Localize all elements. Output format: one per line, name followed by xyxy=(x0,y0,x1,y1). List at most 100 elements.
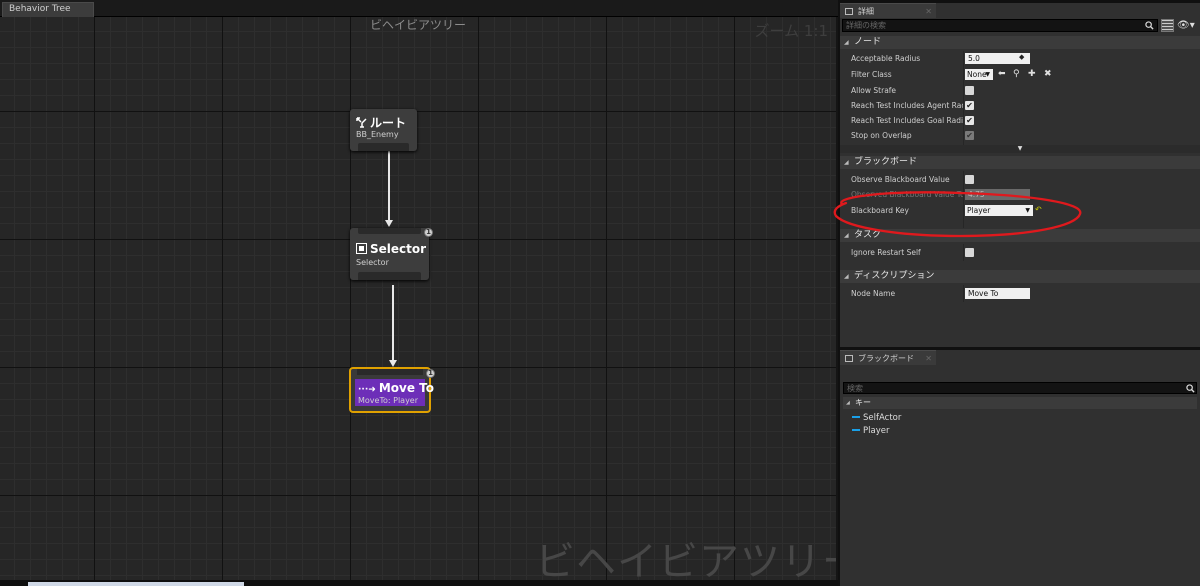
prop-label: Node Name xyxy=(851,289,896,298)
moveto-node-label: Move To xyxy=(378,381,434,395)
arrow-left-icon[interactable]: ⬅ xyxy=(998,68,1006,81)
prop-label: Observed Blackboard Value Toleran xyxy=(851,190,963,199)
prop-label: Reach Test Includes Agent Radius xyxy=(851,101,963,110)
browse-search-icon[interactable]: ⚲ xyxy=(1013,68,1020,81)
wire-arrow-root-selector xyxy=(385,220,393,227)
object-key-icon xyxy=(852,416,860,418)
category-task[interactable]: タスク xyxy=(840,229,1200,242)
prop-label: Blackboard Key xyxy=(851,206,909,215)
prop-label: Allow Strafe xyxy=(851,86,897,95)
spinner-icon[interactable]: ◆ xyxy=(1019,53,1024,61)
blackboard-key-combo[interactable]: Player ▼ xyxy=(965,205,1033,216)
reach-agent-checkbox[interactable]: ✔ xyxy=(965,101,974,110)
category-blackboard[interactable]: ブラックボード xyxy=(840,156,1200,169)
keys-category[interactable]: キー xyxy=(843,397,1197,409)
details-panel: 詳細 ✕ 詳細の検索 👁▾ ノード Acceptable Radius 5.0 … xyxy=(840,3,1200,347)
moveto-node[interactable]: ···➜ Move To MoveTo: Player xyxy=(349,367,434,413)
prop-label: Filter Class xyxy=(851,70,892,79)
blackboard-tab-icon xyxy=(845,355,853,362)
filter-class-combo[interactable]: None ▼ xyxy=(965,69,993,80)
grid-view-icon[interactable] xyxy=(1161,19,1174,32)
prop-filter-class: Filter Class None ▼ ⬅ ⚲ ✚ ✖ xyxy=(840,67,1200,82)
advanced-expand-icon[interactable]: ▼ xyxy=(840,145,1200,153)
key-label: SelfActor xyxy=(863,413,902,423)
behavior-tree-graph[interactable]: ビヘイビアツリー ズーム 1:1 ビヘイビアツリー ルート BB_Enemy S… xyxy=(0,17,836,580)
eye-icon[interactable]: 👁▾ xyxy=(1177,19,1197,32)
search-icon[interactable] xyxy=(1145,21,1154,30)
prop-label: Ignore Restart Self xyxy=(851,248,921,257)
prop-reach-goal: Reach Test Includes Goal Radius ✔ xyxy=(840,113,1200,128)
blackboard-tab-label: ブラックボード xyxy=(858,354,914,363)
selector-icon xyxy=(356,243,367,254)
graph-watermark: ビヘイビアツリー xyxy=(535,539,836,580)
chevron-down-icon: ▼ xyxy=(1025,207,1030,214)
filter-class-value: None xyxy=(967,70,987,79)
status-bar xyxy=(0,580,838,586)
wire-selector-moveto xyxy=(392,285,394,362)
prop-node-name: Node Name Move To xyxy=(840,286,1200,301)
prop-observed-tolerance: Observed Blackboard Value Toleran 4.75 xyxy=(840,187,1200,202)
prop-label: Observe Blackboard Value xyxy=(851,175,950,184)
reach-goal-checkbox[interactable]: ✔ xyxy=(965,116,974,125)
tab-blackboard[interactable]: ブラックボード ✕ xyxy=(840,350,936,365)
clear-icon[interactable]: ✖ xyxy=(1044,68,1052,81)
wire-root-selector xyxy=(388,150,390,222)
moveto-task-body: ···➜ Move To MoveTo: Player xyxy=(355,379,434,406)
moveto-order-badge: 1 xyxy=(426,369,435,378)
selector-node-title: Selector xyxy=(356,242,426,256)
key-item-selfactor[interactable]: SelfActor xyxy=(852,412,901,424)
blackboard-key-value: Player xyxy=(967,206,991,215)
category-description[interactable]: ディスクリプション xyxy=(840,270,1200,283)
observe-value-checkbox[interactable] xyxy=(965,175,974,184)
reset-arrow-icon[interactable]: ↶ xyxy=(1035,205,1042,214)
close-icon[interactable]: ✕ xyxy=(925,4,932,19)
moveto-node-subtitle: MoveTo: Player xyxy=(358,396,419,405)
plus-icon[interactable]: ✚ xyxy=(1028,68,1036,81)
prop-stop-overlap: Stop on Overlap ✔ xyxy=(840,128,1200,143)
root-node-title: ルート xyxy=(356,114,406,131)
status-bar-segment xyxy=(28,582,244,586)
root-icon xyxy=(356,117,367,128)
observed-tolerance-field[interactable]: 4.75 xyxy=(965,189,1030,200)
ignore-restart-checkbox[interactable] xyxy=(965,248,974,257)
close-icon[interactable]: ✕ xyxy=(925,351,932,366)
prop-blackboard-key: Blackboard Key Player ▼ ↶ xyxy=(840,203,1200,218)
node-name-field[interactable]: Move To xyxy=(965,288,1030,299)
details-search-input[interactable]: 詳細の検索 xyxy=(842,19,1158,32)
moveto-input-pin[interactable] xyxy=(357,369,423,375)
prop-observe-value: Observe Blackboard Value xyxy=(840,172,1200,187)
moveto-arrow-icon: ···➜ xyxy=(358,385,376,395)
category-node[interactable]: ノード xyxy=(840,36,1200,49)
allow-strafe-checkbox[interactable] xyxy=(965,86,974,95)
selector-input-pin[interactable] xyxy=(358,228,421,234)
search-icon[interactable] xyxy=(1186,384,1195,393)
blackboard-panel: ブラックボード ✕ 検索 キー SelfActor Player xyxy=(840,350,1200,586)
zoom-indicator: ズーム 1:1 xyxy=(754,22,828,40)
blackboard-search-input[interactable]: 検索 xyxy=(843,382,1197,394)
prop-label: Acceptable Radius xyxy=(851,54,921,63)
prop-acceptable-radius: Acceptable Radius 5.0 ◆ xyxy=(840,51,1200,66)
wire-arrow-selector-moveto xyxy=(389,360,397,367)
root-output-pin[interactable] xyxy=(358,143,409,151)
details-tab-icon xyxy=(845,8,853,15)
stop-overlap-checkbox[interactable]: ✔ xyxy=(965,131,974,140)
tab-details[interactable]: 詳細 ✕ xyxy=(840,3,936,18)
selector-node[interactable]: Selector Selector xyxy=(350,228,429,280)
root-node[interactable]: ルート BB_Enemy xyxy=(350,109,417,151)
key-item-player[interactable]: Player xyxy=(852,425,889,437)
key-label: Player xyxy=(863,426,890,436)
prop-reach-agent: Reach Test Includes Agent Radius ✔ xyxy=(840,98,1200,113)
prop-label: Reach Test Includes Goal Radius xyxy=(851,116,963,125)
prop-ignore-restart: Ignore Restart Self xyxy=(840,245,1200,260)
tab-behavior-tree[interactable]: Behavior Tree xyxy=(2,2,94,17)
root-node-subtitle: BB_Enemy xyxy=(356,130,399,139)
chevron-down-icon: ▼ xyxy=(985,71,990,78)
root-node-label: ルート xyxy=(370,116,407,130)
top-tab-strip: Behavior Tree xyxy=(0,0,838,17)
object-key-icon xyxy=(852,429,860,431)
moveto-node-title: ···➜ Move To xyxy=(358,381,434,395)
selector-node-subtitle: Selector xyxy=(356,258,389,267)
graph-title: ビヘイビアツリー xyxy=(369,18,466,32)
details-tab-label: 詳細 xyxy=(858,7,874,16)
selector-output-pin[interactable] xyxy=(358,272,421,280)
